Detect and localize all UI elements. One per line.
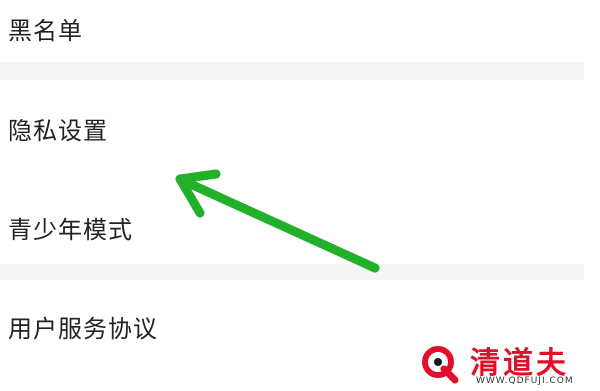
section-divider: [0, 264, 584, 280]
settings-item-label: 青少年模式: [8, 215, 133, 244]
settings-item-label: 用户服务协议: [8, 315, 158, 343]
settings-item-blacklist[interactable]: 黑名单: [0, 0, 584, 62]
settings-item-label: 黑名单: [8, 16, 83, 45]
watermark: 清道夫 WWW.QDFUJI.COM: [408, 338, 594, 388]
screen-edge: [584, 0, 600, 391]
qdfuji-logo-icon: [422, 346, 459, 384]
settings-screen: 黑名单 隐私设置 青少年模式 用户服务协议 清道夫 WWW.QDFUJI.COM: [0, 0, 600, 391]
section-divider: [0, 62, 584, 80]
settings-item-privacy[interactable]: 隐私设置: [0, 80, 584, 180]
settings-item-teen-mode[interactable]: 青少年模式: [0, 180, 584, 264]
watermark-url: WWW.QDFUJI.COM: [476, 376, 574, 386]
settings-item-label: 隐私设置: [8, 116, 108, 145]
